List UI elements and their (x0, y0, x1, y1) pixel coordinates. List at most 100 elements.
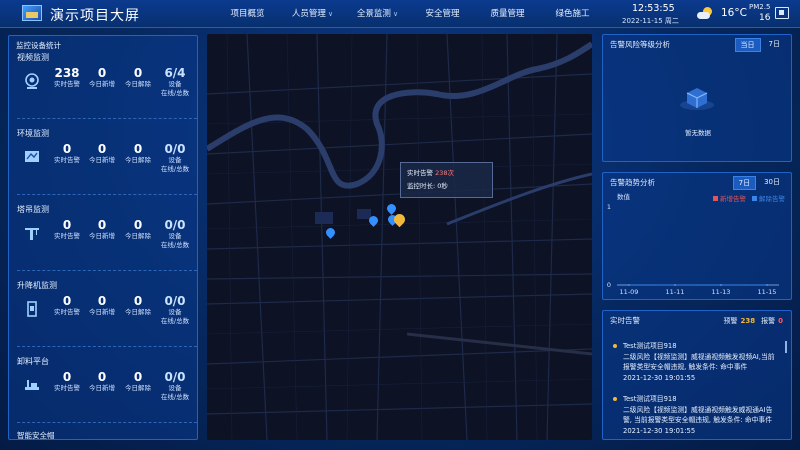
empty-text: 暂无数据 (685, 129, 711, 137)
nav-label: 人员管理 (291, 9, 326, 19)
nav-item-quality[interactable]: 质量管理 (475, 0, 540, 28)
stat-value: 0 (97, 294, 107, 308)
alarm-item[interactable]: Test测试项目918 二级风险【视频监测】威视通视频触发视频AI,当前 报警类… (613, 341, 781, 383)
stat-value: 0 (97, 142, 107, 156)
section-label: 环境监测 (17, 129, 49, 138)
stat-label: 今日新增 (89, 232, 115, 240)
bullet-icon (613, 344, 617, 348)
stat-label: 今日新增 (89, 384, 115, 392)
stat-value: 6/4 (164, 66, 186, 80)
stat-alarms: 0 实时告警 (47, 294, 87, 317)
y-axis-label: 数值 (617, 192, 631, 201)
section-label-helmet: 智能安全帽 (17, 431, 55, 440)
stat-label: 设备 (168, 80, 182, 88)
stat-value: 0 (62, 218, 72, 232)
alarm-item[interactable]: Test测试项目918 二级风险【视频监测】威视通视频触发威视通AI告 警, 当… (613, 394, 781, 436)
stat-online-ratio: 0/0 设备 在线/总数 (155, 218, 195, 250)
x-tick-label: 11-11 (666, 288, 685, 296)
stat-label: 在线/总数 (160, 241, 190, 249)
scrollbar[interactable] (785, 341, 787, 353)
map-tooltip: 实时告警 238次 监控时长: 0秒 (400, 162, 493, 198)
stat-label: 设备 (168, 308, 182, 316)
device-section[interactable]: 塔吊监测 0 实时告警 0 今日新增 0 今日解除 0/0 设备 在线/总数 (9, 204, 197, 280)
stat-label: 今日解除 (125, 384, 151, 392)
divider (17, 270, 197, 271)
stat-cleared: 0 今日解除 (118, 370, 158, 393)
stat-new: 0 今日新增 (82, 142, 122, 165)
stat-cleared: 0 今日解除 (118, 66, 158, 89)
stat-alarms: 0 实时告警 (47, 370, 87, 393)
temperature: 16°C (721, 7, 747, 19)
divider (17, 194, 197, 195)
device-section[interactable]: 升降机监测 0 实时告警 0 今日新增 0 今日解除 0/0 设备 在线/总数 (9, 280, 197, 356)
stat-value: 0 (133, 66, 143, 80)
stat-online-ratio: 0/0 设备 在线/总数 (155, 370, 195, 402)
x-tick-label: 11-15 (758, 288, 777, 296)
tower-crane-icon (23, 224, 41, 242)
stat-value: 0 (133, 370, 143, 384)
stat-value: 0 (62, 142, 72, 156)
section-label: 视频监测 (17, 53, 49, 62)
stat-label: 今日新增 (89, 308, 115, 316)
tooltip-duration: 监控时长: 0秒 (407, 182, 448, 190)
warn-count: 238 (740, 317, 756, 325)
stat-label: 今日解除 (125, 80, 151, 88)
risk-level-panel: 告警风险等级分析 当日 7日 暂无数据 (602, 34, 792, 162)
tooltip-label: 实时告警 (407, 169, 433, 177)
nav-item-green[interactable]: 绿色施工 (540, 0, 605, 28)
tab-7days[interactable]: 7日 (764, 38, 785, 52)
stat-label: 实时告警 (54, 308, 80, 316)
map-roads (207, 34, 592, 440)
tooltip-value: 238次 (435, 169, 454, 177)
device-section[interactable]: 卸料平台 0 实时告警 0 今日新增 0 今日解除 0/0 设备 在线/总数 (9, 356, 197, 432)
tab-today[interactable]: 当日 (734, 38, 761, 52)
section-label: 升降机监测 (17, 281, 57, 290)
stat-value: 238 (54, 66, 80, 80)
device-section[interactable]: 视频监测 238 实时告警 0 今日新增 0 今日解除 6/4 设备 在线/总数 (9, 52, 197, 128)
alarm-desc: 二级风险【视频监测】威视通视频触发威视通AI告 (623, 405, 773, 414)
stat-label: 今日解除 (125, 156, 151, 164)
panel-title: 实时告警 (610, 316, 640, 325)
stat-cleared: 0 今日解除 (118, 142, 158, 165)
stat-label: 设备 (168, 384, 182, 392)
data-point (674, 284, 676, 286)
stat-value: 0 (97, 218, 107, 232)
stat-value: 0/0 (164, 370, 186, 384)
stat-label: 设备 (168, 232, 182, 240)
stat-value: 0/0 (164, 142, 186, 156)
stat-value: 0 (97, 370, 107, 384)
y-tick-label: 1 (607, 203, 611, 211)
data-point (720, 284, 722, 286)
nav-item-overview[interactable]: 项目概览 (215, 0, 280, 28)
device-section[interactable]: 环境监测 0 实时告警 0 今日新增 0 今日解除 0/0 设备 在线/总数 (9, 128, 197, 204)
chevron-down-icon: ∨ (392, 10, 399, 18)
stat-value: 0/0 (164, 218, 186, 232)
stat-value: 0 (97, 66, 107, 80)
data-point (766, 284, 768, 286)
stat-cleared: 0 今日解除 (118, 294, 158, 317)
map-view[interactable]: 实时告警 238次 监控时长: 0秒 (207, 34, 592, 440)
nav-item-monitoring[interactable]: 全景监测 ∨ (345, 0, 410, 28)
partly-cloudy-icon (697, 7, 713, 21)
clock-time: 12:53:55 (632, 3, 675, 14)
stat-label: 实时告警 (54, 232, 80, 240)
stat-new: 0 今日新增 (82, 218, 122, 241)
fullscreen-icon[interactable] (775, 7, 789, 19)
stat-value: 0 (133, 294, 143, 308)
y-tick-label: 0 (607, 281, 611, 289)
camera-icon (23, 72, 41, 90)
nav-item-safety[interactable]: 安全管理 (410, 0, 475, 28)
stat-label: 在线/总数 (160, 89, 190, 97)
main-nav: 项目概览 人员管理 ∨ 全景监测 ∨ 安全管理 质量管理 绿色施工 (215, 0, 605, 28)
warn-label: 预警 (723, 317, 738, 325)
device-stats-panel: 监控设备统计 视频监测 238 实时告警 0 今日新增 0 今日解除 6/4 设… (8, 35, 198, 440)
panel-title: 监控设备统计 (16, 41, 61, 50)
stat-online-ratio: 0/0 设备 在线/总数 (155, 142, 195, 174)
alarm-desc: 报警类型安全帽违规, 触发条件: 命中事件 (623, 363, 748, 371)
alarm-count: 0 (778, 317, 783, 325)
elevator-icon (23, 300, 41, 318)
nav-item-personnel[interactable]: 人员管理 ∨ (280, 0, 345, 28)
x-tick-label: 11-09 (620, 288, 639, 296)
alarm-project: Test测试项目918 (623, 395, 677, 403)
stat-label: 今日新增 (89, 156, 115, 164)
